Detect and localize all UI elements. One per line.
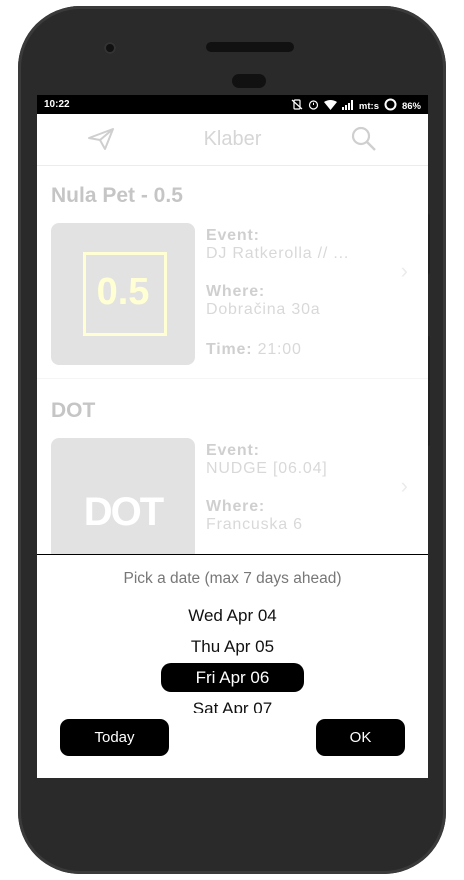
date-option[interactable]: Wed Apr 04 (37, 606, 428, 626)
earpiece (206, 42, 294, 52)
event-label: Event: (206, 442, 260, 459)
event-value: DJ Ratkerolla // ... (206, 245, 350, 262)
where-value: Dobračina 30a (206, 301, 321, 318)
app-bar: Klaber (37, 114, 428, 166)
time-value: 21:00 (257, 341, 302, 358)
where-label: Where: (206, 283, 266, 300)
venue-logo: 0.5 (51, 223, 195, 365)
where-info: Where: (206, 283, 265, 301)
ok-button[interactable]: OK (316, 719, 405, 756)
chevron-right-icon: › (400, 258, 408, 283)
card-divider (37, 378, 428, 379)
alarm-icon (308, 99, 319, 113)
event-info: Event: (206, 227, 260, 245)
event-card[interactable]: Nula Pet - 0.5 0.5 Event: DJ Ratkerolla … (37, 166, 428, 378)
logo-text: 0.5 (96, 271, 150, 313)
screen: 10:22 mt:s 86% Klaber Nula Pet - 0.5 0.5… (37, 95, 428, 778)
vibrate-icon (291, 99, 303, 113)
status-bar: 10:22 mt:s 86% (37, 95, 428, 114)
battery-icon (384, 98, 397, 114)
wifi-icon (323, 99, 337, 113)
time-label: Time: (206, 341, 253, 358)
where-label: Where: (206, 498, 266, 515)
event-value: NUDGE [06.04] (206, 460, 328, 477)
time-info: Time: 21:00 (206, 341, 302, 359)
signal-icon (341, 99, 354, 113)
proximity-sensor (232, 74, 266, 88)
battery-percent: 86% (401, 100, 421, 112)
date-option[interactable]: Thu Apr 05 (37, 637, 428, 657)
logo-text: DOT (83, 490, 164, 534)
search-icon[interactable] (351, 126, 377, 157)
status-time: 10:22 (44, 99, 70, 110)
date-wheel[interactable]: Wed Apr 04 Thu Apr 05 Fri Apr 06 Sat Apr… (37, 599, 428, 713)
event-list: Nula Pet - 0.5 0.5 Event: DJ Ratkerolla … (37, 166, 428, 580)
date-option[interactable]: Sat Apr 07 (37, 699, 428, 713)
event-label: Event: (206, 227, 260, 244)
where-value: Francuska 6 (206, 516, 303, 533)
front-camera (104, 42, 116, 54)
carrier-label: mt:s (358, 100, 379, 112)
venue-name: DOT (51, 399, 96, 422)
date-picker-prompt: Pick a date (max 7 days ahead) (123, 570, 342, 587)
venue-name: Nula Pet - 0.5 (51, 184, 183, 207)
today-button[interactable]: Today (60, 719, 169, 756)
where-info: Where: (206, 498, 265, 516)
date-option-selected[interactable]: Fri Apr 06 (161, 663, 304, 692)
date-picker-sheet: Pick a date (max 7 days ahead) Wed Apr 0… (37, 554, 428, 778)
chevron-right-icon: › (400, 473, 408, 498)
event-info: Event: (206, 442, 260, 460)
